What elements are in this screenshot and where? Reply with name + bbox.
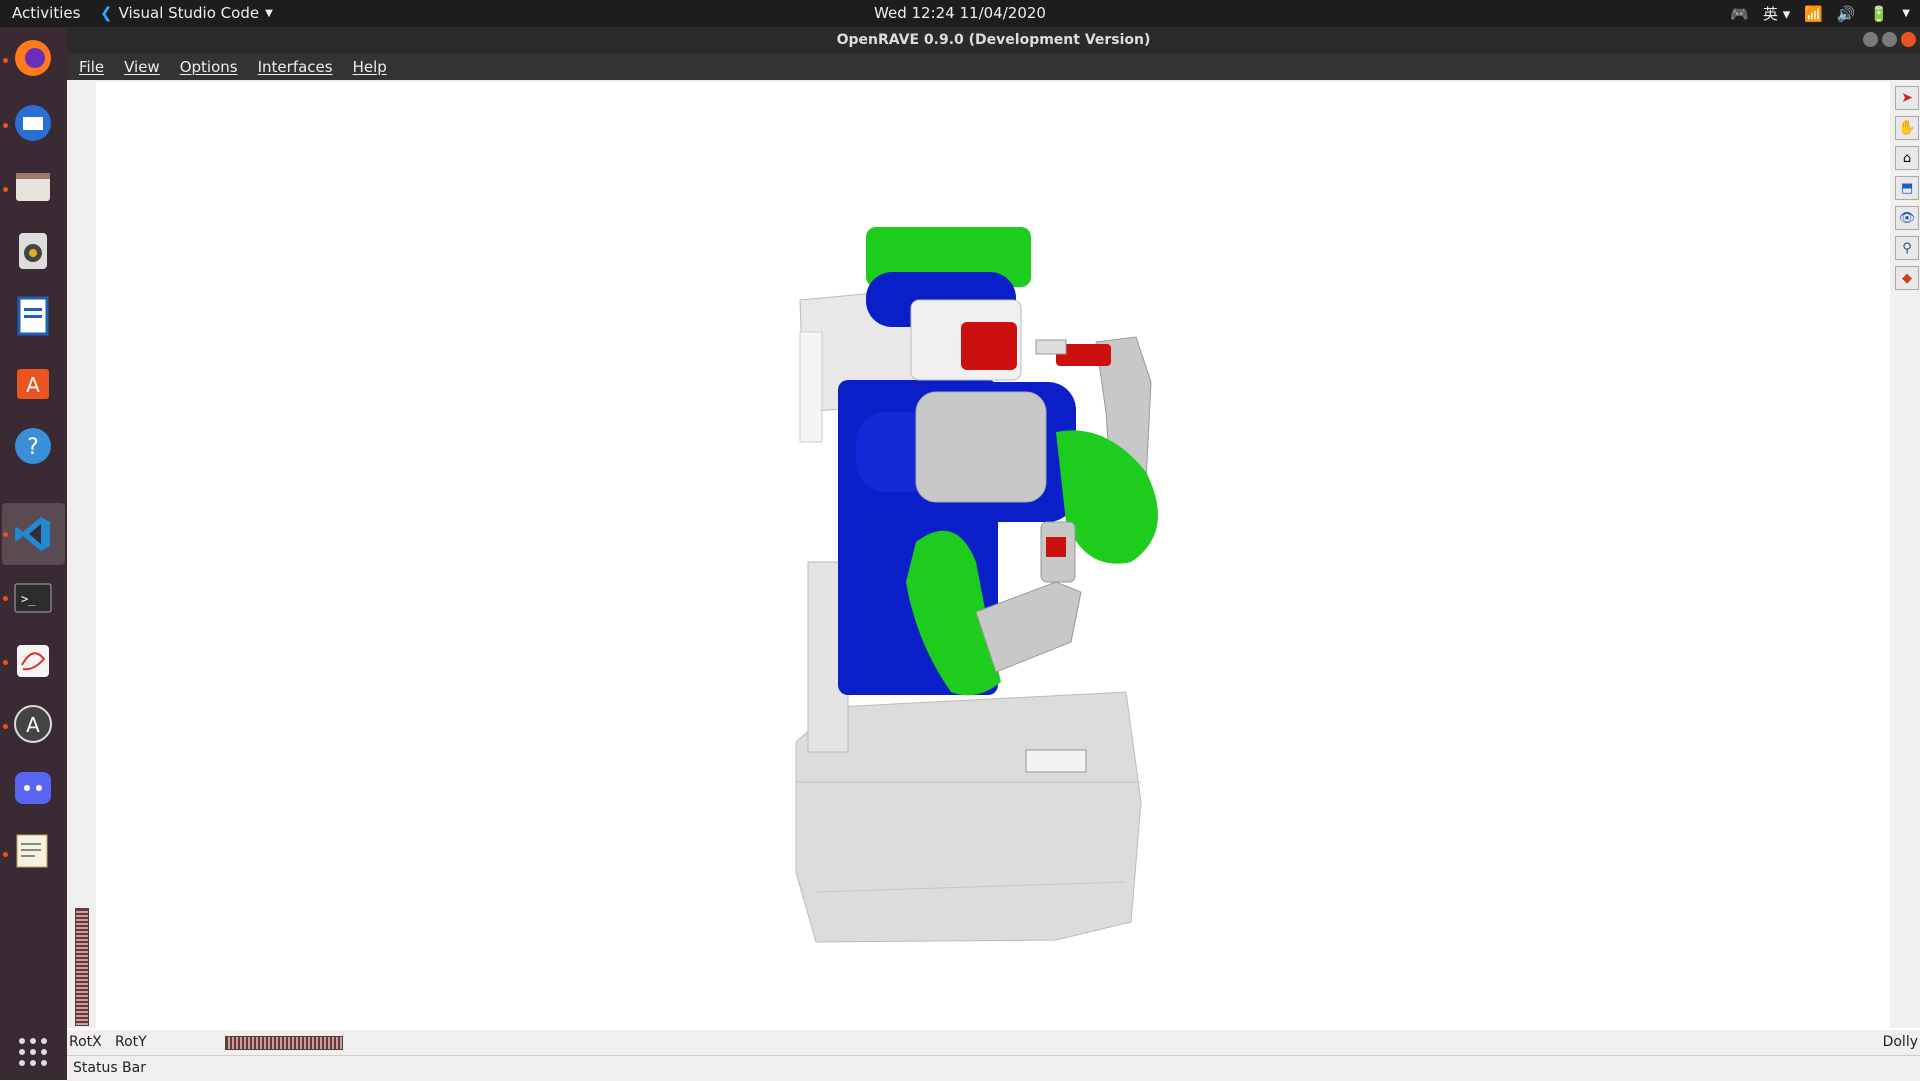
roty-thumbwheel[interactable] [225, 1036, 343, 1050]
terminal-icon[interactable]: >_ [10, 575, 56, 621]
window-controls [1863, 32, 1916, 47]
vscode-icon[interactable] [10, 511, 56, 557]
xournal-icon[interactable] [10, 638, 56, 684]
running-indicator [3, 58, 8, 63]
status-text: Status Bar [73, 1060, 147, 1076]
seek-icon[interactable]: ⚲ [1895, 236, 1919, 260]
discord-tray-icon[interactable]: 🎮 [1730, 5, 1749, 23]
rotx-label: RotX [69, 1034, 102, 1050]
minimize-button[interactable] [1863, 32, 1878, 47]
maximize-button[interactable] [1882, 32, 1897, 47]
vscode-small-icon: ❮ [100, 4, 113, 22]
robot-model [795, 227, 1158, 943]
viewer-toolbar: ➤ ✋ ⌂ ⬒ 👁 ⚲ ◆ [1892, 82, 1920, 1028]
menu-view[interactable]: View [124, 58, 160, 76]
running-indicator [3, 596, 8, 601]
projection-cube-icon[interactable]: ◆ [1895, 266, 1919, 290]
svg-text:>_: >_ [21, 592, 36, 606]
running-indicator [3, 532, 8, 537]
chevron-down-icon: ▼ [265, 7, 273, 19]
dolly-label: Dolly [1882, 1034, 1918, 1050]
dock: A ? >_ A [0, 27, 67, 1080]
clock[interactable]: Wed 12:24 11/04/2020 [0, 4, 1920, 22]
menu-interfaces[interactable]: Interfaces [258, 58, 333, 76]
3d-viewport[interactable] [96, 82, 1890, 1028]
running-indicator [3, 660, 8, 665]
chevron-down-icon[interactable]: ▼ [1902, 8, 1910, 19]
menu-options[interactable]: Options [180, 58, 238, 76]
software-icon[interactable]: A [10, 358, 56, 404]
app-menu-label: Visual Studio Code [118, 4, 260, 22]
status-bar: Status Bar [67, 1055, 1920, 1081]
app-menu[interactable]: ❮ Visual Studio Code ▼ [100, 4, 273, 22]
updater-icon[interactable]: A [10, 701, 56, 747]
wifi-icon[interactable]: 📶 [1804, 5, 1823, 23]
firefox-icon[interactable] [10, 35, 56, 81]
help-icon[interactable]: ? [10, 423, 56, 469]
close-button[interactable] [1901, 32, 1916, 47]
view-all-eye-icon[interactable]: 👁 [1895, 206, 1919, 230]
discord-icon[interactable] [10, 765, 56, 811]
system-top-bar: Activities ❮ Visual Studio Code ▼ Wed 12… [0, 0, 1920, 27]
menu-file[interactable]: File [79, 58, 104, 76]
volume-icon[interactable]: 🔊 [1837, 5, 1856, 23]
activities-button[interactable]: Activities [12, 4, 80, 22]
text-editor-icon[interactable] [10, 828, 56, 874]
running-indicator [3, 187, 8, 192]
running-indicator [3, 724, 8, 729]
set-home-icon[interactable]: ⬒ [1895, 176, 1919, 200]
menu-bar: File View Options Interfaces Help [67, 53, 1920, 80]
input-method-indicator[interactable]: 英 ▾ [1763, 3, 1790, 24]
roty-label: RotY [115, 1034, 147, 1050]
pan-hand-icon[interactable]: ✋ [1895, 116, 1919, 140]
select-arrow-icon[interactable]: ➤ [1895, 86, 1919, 110]
system-tray: 🎮 英 ▾ 📶 🔊 🔋 ▼ [1730, 3, 1910, 24]
rotx-thumbwheel[interactable] [75, 908, 89, 1026]
rhythmbox-icon[interactable] [10, 228, 56, 274]
running-indicator [3, 852, 8, 857]
thunderbird-icon[interactable] [10, 100, 56, 146]
thumbwheel-bar: RotX RotY Dolly [67, 1030, 1920, 1055]
running-indicator [3, 123, 8, 128]
window-title: OpenRAVE 0.9.0 (Development Version) [67, 27, 1920, 53]
writer-icon[interactable] [10, 293, 56, 339]
svg-text:A: A [26, 713, 40, 737]
home-view-icon[interactable]: ⌂ [1895, 146, 1919, 170]
battery-icon[interactable]: 🔋 [1870, 5, 1889, 23]
files-icon[interactable] [10, 164, 56, 210]
menu-help[interactable]: Help [353, 58, 387, 76]
base-sensor [1025, 749, 1087, 773]
svg-text:?: ? [27, 435, 39, 460]
apps-grid-icon[interactable] [10, 1029, 56, 1075]
svg-text:A: A [26, 373, 40, 397]
